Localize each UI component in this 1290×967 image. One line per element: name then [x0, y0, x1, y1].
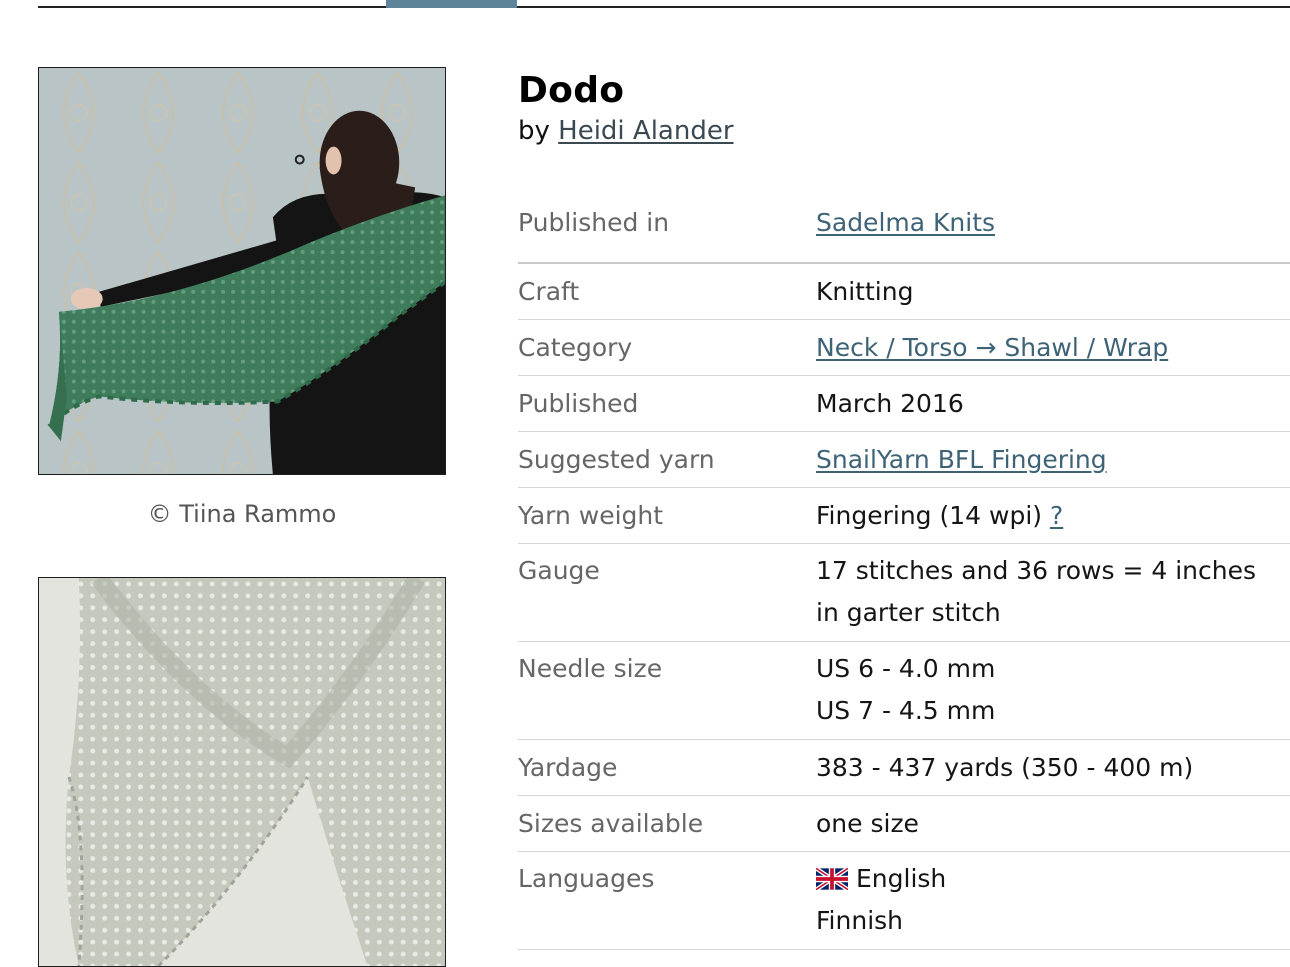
yarn-weight-text: Fingering (14 wpi): [816, 501, 1043, 530]
detail-row-sizes: Sizes available one size: [518, 796, 1290, 852]
detail-value: Sadelma Knits: [816, 194, 1290, 262]
pattern-title: Dodo: [518, 70, 625, 111]
detail-label: Yardage: [518, 753, 618, 782]
byline-prefix: by: [518, 116, 550, 146]
pattern-photo-1-image: [39, 68, 445, 474]
detail-label: Yarn weight: [518, 501, 664, 530]
detail-row-yarn-weight: Yarn weight Fingering (14 wpi) ?: [518, 488, 1290, 544]
detail-label: Suggested yarn: [518, 445, 715, 474]
detail-value: March 2016: [816, 389, 964, 418]
active-tab-indicator: [386, 0, 517, 8]
detail-row-published-in: Published in Sadelma Knits: [518, 194, 1290, 264]
detail-label: Gauge: [518, 556, 600, 585]
detail-row-gauge: Gauge 17 stitches and 36 rows = 4 inches…: [518, 544, 1290, 642]
detail-value: US 6 - 4.0 mm US 7 - 4.5 mm: [816, 648, 1290, 739]
yarn-weight-help-link[interactable]: ?: [1050, 501, 1063, 530]
pattern-photo-2-image: [39, 578, 445, 966]
publication-link[interactable]: Sadelma Knits: [816, 208, 995, 237]
language-item: English: [816, 858, 1290, 900]
detail-label: Category: [518, 333, 633, 362]
needle-size-item: US 6 - 4.0 mm: [816, 654, 996, 683]
top-nav-rule: [38, 6, 1290, 8]
detail-value: Fingering (14 wpi) ?: [816, 488, 1290, 543]
detail-value: Neck / Torso → Shawl / Wrap: [816, 320, 1290, 375]
detail-value: SnailYarn BFL Fingering: [816, 432, 1290, 487]
language-name: English: [856, 864, 947, 893]
detail-value: English Finnish: [816, 858, 1290, 949]
detail-row-suggested-yarn: Suggested yarn SnailYarn BFL Fingering: [518, 432, 1290, 488]
pattern-details-table: Published in Sadelma Knits Craft Knittin…: [518, 194, 1290, 950]
pattern-photo-2[interactable]: [38, 577, 446, 967]
detail-label: Published in: [518, 208, 670, 237]
suggested-yarn-link[interactable]: SnailYarn BFL Fingering: [816, 445, 1107, 474]
category-link[interactable]: Neck / Torso → Shawl / Wrap: [816, 333, 1168, 362]
detail-label: Sizes available: [518, 809, 704, 838]
detail-value: 17 stitches and 36 rows = 4 inches in ga…: [816, 550, 1290, 641]
detail-label: Published: [518, 389, 639, 418]
photo-credit: © Tiina Rammo: [147, 500, 337, 528]
detail-row-yardage: Yardage 383 - 437 yards (350 - 400 m): [518, 740, 1290, 796]
detail-label: Craft: [518, 277, 580, 306]
designer-byline: by Heidi Alander: [518, 116, 734, 146]
detail-row-category: Category Neck / Torso → Shawl / Wrap: [518, 320, 1290, 376]
designer-link[interactable]: Heidi Alander: [558, 116, 733, 146]
detail-label: Needle size: [518, 654, 663, 683]
detail-value: Knitting: [816, 277, 914, 306]
language-item: Finnish: [816, 906, 904, 935]
detail-label: Languages: [518, 864, 655, 893]
gauge-line: 17 stitches and 36 rows = 4 inches: [816, 556, 1256, 585]
gauge-line: in garter stitch: [816, 598, 1001, 627]
needle-size-item: US 7 - 4.5 mm: [816, 696, 996, 725]
detail-value: 383 - 437 yards (350 - 400 m): [816, 753, 1194, 782]
pattern-photo-1[interactable]: [38, 67, 446, 475]
detail-value: one size: [816, 809, 919, 838]
uk-flag-icon: [816, 868, 848, 890]
detail-row-published: Published March 2016: [518, 376, 1290, 432]
detail-row-craft: Craft Knitting: [518, 264, 1290, 320]
detail-row-languages: Languages English Finnish: [518, 852, 1290, 950]
detail-row-needle-size: Needle size US 6 - 4.0 mm US 7 - 4.5 mm: [518, 642, 1290, 740]
